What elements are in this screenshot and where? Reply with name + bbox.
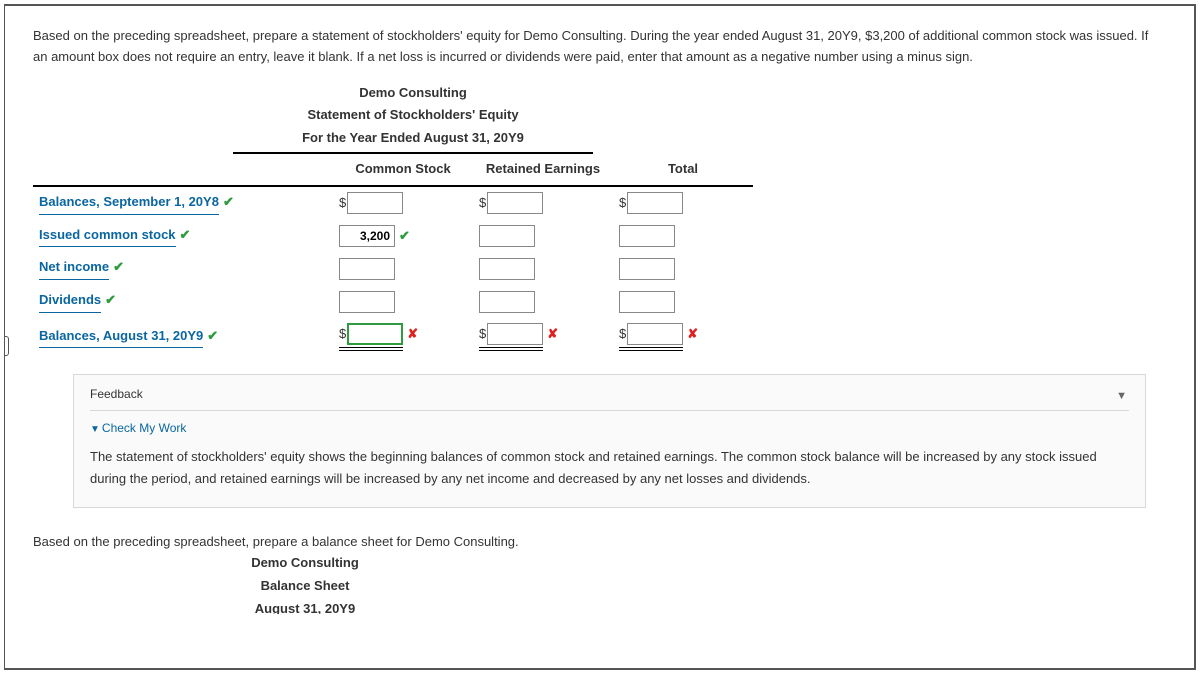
table-row: Dividends ✔: [33, 285, 753, 318]
amount-input[interactable]: [627, 323, 683, 345]
amount-input[interactable]: [619, 225, 675, 247]
amount-input[interactable]: [479, 258, 535, 280]
checkmark-icon: ✔: [180, 227, 191, 242]
feedback-panel: Feedback ▼ ▼Check My Work The statement …: [73, 374, 1146, 508]
table-row: Balances, August 31, 20Y9 ✔ $ ✘ $ ✘ $ ✘: [33, 318, 753, 356]
amount-input[interactable]: [487, 323, 543, 345]
amount-input[interactable]: [487, 192, 543, 214]
cross-icon: ✘: [407, 326, 418, 341]
checkmark-icon: ✔: [113, 259, 124, 274]
amount-input[interactable]: [479, 225, 535, 247]
dollar-sign: $: [479, 195, 486, 210]
bs-title: Balance Sheet: [205, 575, 405, 598]
instructions-text-2: Based on the preceding spreadsheet, prep…: [33, 532, 1194, 553]
cross-icon: ✘: [687, 326, 698, 341]
bs-company: Demo Consulting: [205, 552, 405, 575]
statement-title: Statement of Stockholders' Equity: [233, 104, 593, 127]
amount-input[interactable]: [619, 258, 675, 280]
dollar-sign: $: [479, 326, 486, 341]
table-row: Issued common stock ✔ ✔: [33, 220, 753, 253]
col-header-retained-earnings: Retained Earnings: [473, 154, 613, 186]
amount-input[interactable]: [347, 192, 403, 214]
stockholders-equity-table: Common Stock Retained Earnings Total Bal…: [33, 154, 753, 356]
collapse-icon[interactable]: ▼: [1116, 388, 1127, 406]
col-header-total: Total: [613, 154, 753, 186]
bs-date: August 31, 20Y9: [205, 598, 405, 614]
statement-header: Demo Consulting Statement of Stockholder…: [233, 82, 593, 154]
col-header-common-stock: Common Stock: [333, 154, 473, 186]
feedback-text: The statement of stockholders' equity sh…: [90, 446, 1129, 490]
table-row: Net income ✔: [33, 252, 753, 285]
amount-input[interactable]: [339, 291, 395, 313]
table-row: Balances, September 1, 20Y8 ✔ $ $ $: [33, 186, 753, 220]
cross-icon: ✘: [547, 326, 558, 341]
checkmark-icon: ✔: [223, 194, 234, 209]
dollar-sign: $: [339, 326, 346, 341]
left-tab-handle[interactable]: [4, 336, 9, 356]
company-name: Demo Consulting: [233, 82, 593, 105]
statement-period: For the Year Ended August 31, 20Y9: [233, 127, 593, 154]
row-label-link[interactable]: Balances, September 1, 20Y8: [39, 192, 219, 215]
checkmark-icon: ✔: [207, 328, 218, 343]
amount-input[interactable]: [479, 291, 535, 313]
amount-input[interactable]: [627, 192, 683, 214]
row-label-link[interactable]: Dividends: [39, 290, 101, 313]
row-label-link[interactable]: Issued common stock: [39, 225, 176, 248]
feedback-label: Feedback: [90, 387, 143, 401]
dollar-sign: $: [619, 195, 626, 210]
check-my-work-toggle[interactable]: ▼Check My Work: [90, 419, 1129, 438]
amount-input[interactable]: [339, 225, 395, 247]
instructions-text-1: Based on the preceding spreadsheet, prep…: [33, 26, 1166, 68]
amount-input[interactable]: [339, 258, 395, 280]
amount-input[interactable]: [347, 323, 403, 345]
amount-input[interactable]: [619, 291, 675, 313]
dollar-sign: $: [339, 195, 346, 210]
triangle-down-icon: ▼: [90, 424, 100, 435]
checkmark-icon: ✔: [399, 228, 410, 243]
balance-sheet-header: Demo Consulting Balance Sheet August 31,…: [205, 552, 405, 614]
dollar-sign: $: [619, 326, 626, 341]
check-my-work-label: Check My Work: [102, 421, 186, 435]
page-frame: Based on the preceding spreadsheet, prep…: [4, 4, 1196, 670]
checkmark-icon: ✔: [105, 292, 116, 307]
row-label-link[interactable]: Net income: [39, 257, 109, 280]
row-label-link[interactable]: Balances, August 31, 20Y9: [39, 326, 203, 349]
